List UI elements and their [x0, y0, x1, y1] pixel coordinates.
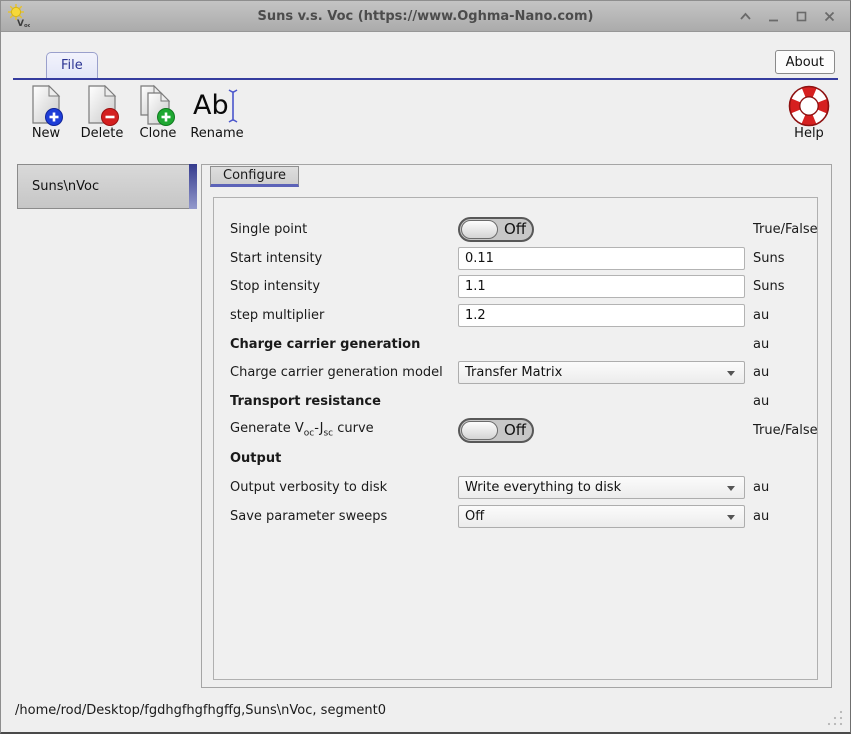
minimize-icon[interactable] [767, 10, 780, 23]
svg-text:Voc: Voc [17, 19, 30, 29]
form-row: Transport resistance au [230, 387, 817, 416]
unit-label: True/False [753, 222, 818, 237]
help-button[interactable]: Help [781, 84, 837, 141]
rename-text-cursor-icon: Ab [191, 84, 243, 128]
help-button-label: Help [794, 126, 824, 141]
dropdown[interactable]: Transfer Matrix [458, 361, 745, 384]
toggle-knob [461, 220, 498, 239]
unit-label: True/False [753, 423, 818, 438]
toggle-knob [461, 421, 498, 440]
form-row: Output verbosity to disk Write everything… [230, 473, 817, 502]
form-row: Charge carrier generation au [230, 330, 817, 359]
unit-label: au [753, 365, 817, 380]
new-button[interactable]: New [18, 84, 74, 159]
tab-file[interactable]: File [46, 52, 98, 78]
text-input[interactable] [458, 275, 745, 298]
sidebar: Suns\nVoc [1, 164, 201, 688]
tab-file-label: File [61, 58, 83, 73]
form-row: Charge carrier generation model Transfer … [230, 358, 817, 387]
unit-label: au [753, 509, 817, 524]
field-label: Transport resistance [230, 394, 450, 409]
maximize-icon[interactable] [795, 10, 808, 23]
field-label: Start intensity [230, 251, 450, 266]
toggle-switch[interactable]: Off [458, 217, 534, 242]
form-rows: Single point Off True/False Start intensity… [230, 215, 817, 531]
selected-indicator-strip [189, 164, 197, 209]
document-new-icon [28, 84, 64, 128]
configure-form: Single point Off True/False Start intensity… [213, 197, 818, 680]
toolbar: New Delete [1, 80, 850, 159]
unit-label: au [753, 308, 817, 323]
lifesaver-icon [786, 84, 832, 128]
chevron-down-icon [727, 515, 735, 520]
field-label: Single point [230, 222, 450, 237]
chevron-down-icon [727, 486, 735, 491]
form-row: Generate Voc-Jsc curve Off True/False [230, 416, 817, 445]
clone-button-label: Clone [140, 126, 177, 141]
rollup-icon[interactable] [739, 10, 752, 23]
text-input[interactable] [458, 247, 745, 270]
delete-button[interactable]: Delete [74, 84, 130, 159]
tab-configure[interactable]: Configure [210, 166, 299, 187]
form-row: Stop intensity Suns [230, 272, 817, 301]
field-label: Stop intensity [230, 279, 450, 294]
form-row: Save parameter sweeps Off au [230, 502, 817, 531]
form-row: Start intensity Suns [230, 244, 817, 273]
field-label: Output verbosity to disk [230, 480, 450, 495]
dropdown-value: Off [465, 509, 484, 524]
svg-text:Ab: Ab [193, 90, 229, 121]
field-label: Generate Voc-Jsc curve [230, 421, 450, 439]
document-clone-icon [138, 84, 178, 128]
toggle-value: Off [504, 220, 526, 238]
close-icon[interactable] [823, 10, 836, 23]
rename-button[interactable]: Ab Rename [186, 84, 248, 159]
about-button-label: About [786, 55, 824, 70]
main-panel: Configure Single point Off True/False Start… [201, 164, 832, 688]
rename-button-label: Rename [190, 126, 243, 141]
tab-configure-label: Configure [223, 168, 286, 183]
delete-button-label: Delete [81, 126, 124, 141]
statusbar: /home/rod/Desktop/fgdhgfhgfhgffg,Suns\nV… [1, 688, 850, 733]
about-button[interactable]: About [775, 50, 835, 74]
field-label: Save parameter sweeps [230, 509, 450, 524]
app-sun-voc-icon: Voc [6, 3, 30, 29]
titlebar[interactable]: Voc Suns v.s. Voc (https://www.Oghma-Nan… [1, 1, 850, 32]
field-label: step multiplier [230, 308, 450, 323]
new-button-label: New [32, 126, 60, 141]
unit-label: au [753, 480, 817, 495]
form-row: Output [230, 445, 817, 474]
unit-label: Suns [753, 279, 817, 294]
status-path-text: /home/rod/Desktop/fgdhgfhgfhgffg,Suns\nV… [15, 703, 386, 718]
window-title: Suns v.s. Voc (https://www.Oghma-Nano.co… [1, 9, 850, 24]
field-label: Output [230, 451, 450, 466]
field-label: Charge carrier generation [230, 337, 450, 352]
app-window: Voc Suns v.s. Voc (https://www.Oghma-Nan… [0, 0, 851, 734]
dropdown[interactable]: Write everything to disk [458, 476, 745, 499]
unit-label: Suns [753, 251, 817, 266]
chevron-down-icon [727, 371, 735, 376]
sidebar-item-label: Suns\nVoc [32, 179, 99, 194]
resize-grip[interactable] [827, 710, 844, 727]
toggle-value: Off [504, 421, 526, 439]
toggle-switch[interactable]: Off [458, 418, 534, 443]
dropdown[interactable]: Off [458, 505, 745, 528]
field-label: Charge carrier generation model [230, 365, 450, 380]
content-area: Suns\nVoc Configure Single point Off True/… [1, 164, 850, 688]
unit-label: au [753, 337, 817, 352]
menu-tab-bar: File About [1, 32, 850, 80]
dropdown-value: Write everything to disk [465, 480, 621, 495]
text-input[interactable] [458, 304, 745, 327]
document-delete-icon [84, 84, 120, 128]
form-row: step multiplier au [230, 301, 817, 330]
sidebar-item-suns-voc[interactable]: Suns\nVoc [17, 164, 197, 209]
unit-label: au [753, 394, 817, 409]
clone-button[interactable]: Clone [130, 84, 186, 159]
form-row: Single point Off True/False [230, 215, 817, 244]
dropdown-value: Transfer Matrix [465, 365, 562, 380]
